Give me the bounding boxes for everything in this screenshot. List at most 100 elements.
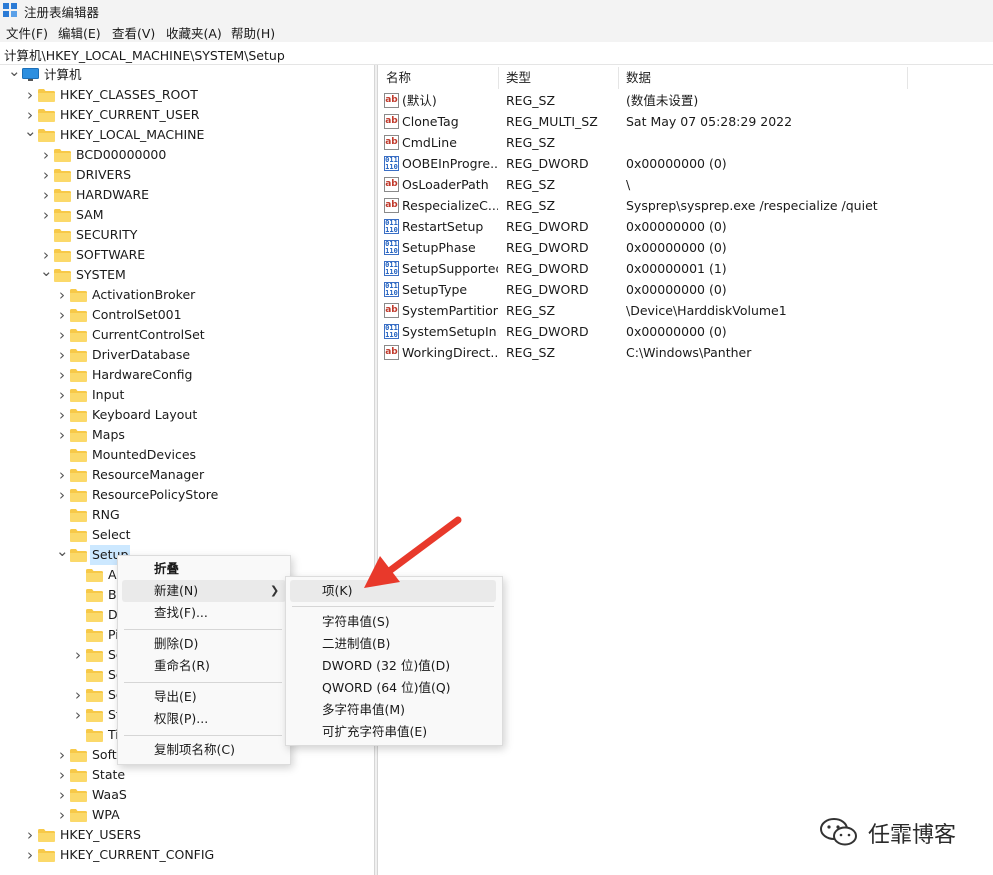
tree-node-input[interactable]: › Input [0,385,374,405]
submenu-dword-value[interactable]: DWORD (32 位)值(D) [322,655,450,677]
tree-node-hkcr[interactable]: › HKEY_CLASSES_ROOT [0,85,374,105]
menu-file[interactable]: 文件(F) [6,23,48,42]
chevron-right-icon[interactable]: › [56,485,68,505]
column-divider[interactable] [907,67,908,89]
red-arrow-icon [364,516,462,588]
ctx-find[interactable]: 查找(F)... [154,602,208,624]
tree-node-hkey-users[interactable]: › HKEY_USERS [0,825,374,845]
chevron-right-icon[interactable]: › [56,425,68,445]
chevron-right-icon[interactable]: › [40,145,52,165]
value-row[interactable]: ab OsLoaderPath REG_SZ \ [378,174,993,195]
address-bar[interactable]: 计算机\HKEY_LOCAL_MACHINE\SYSTEM\Setup [0,42,993,65]
ctx-collapse[interactable]: 折叠 [154,558,179,580]
chevron-right-icon[interactable]: › [24,85,36,105]
value-data: Sat May 07 05:28:29 2022 [626,114,793,129]
submenu-qword-value[interactable]: QWORD (64 位)值(Q) [322,677,451,699]
tree-node-hklm[interactable]: ⌄ HKEY_LOCAL_MACHINE [0,122,374,145]
value-row[interactable]: ab SystemPartition REG_SZ \Device\HarddiskV… [378,300,993,321]
tree-node-hkey-current-config[interactable]: › HKEY_CURRENT_CONFIG [0,845,374,865]
chevron-right-icon[interactable]: › [56,365,68,385]
chevron-down-icon[interactable]: ⌄ [8,61,21,81]
chevron-right-icon[interactable]: › [56,325,68,345]
tree-node-controlset001[interactable]: › ControlSet001 [0,305,374,325]
value-row[interactable]: ab CmdLine REG_SZ [378,132,993,153]
chevron-right-icon[interactable]: › [56,465,68,485]
tree-node-waas[interactable]: › WaaS [0,785,374,805]
submenu-binary-value[interactable]: 二进制值(B) [322,633,390,655]
chevron-right-icon[interactable]: › [56,805,68,825]
chevron-right-icon[interactable]: › [56,745,68,765]
tree-node-maps[interactable]: › Maps [0,425,374,445]
value-type: REG_DWORD [506,240,589,255]
menu-view[interactable]: 查看(V) [112,23,155,42]
value-row[interactable]: 011 110 RestartSetup REG_DWORD 0x00000000 (… [378,216,993,237]
column-header-name[interactable]: 名称 [386,67,411,89]
chevron-right-icon[interactable]: › [56,405,68,425]
tree-node-sam[interactable]: › SAM [0,205,374,225]
tree-node-driverdatabase[interactable]: › DriverDatabase [0,345,374,365]
chevron-down-icon[interactable]: ⌄ [40,261,53,281]
chevron-right-icon[interactable]: › [72,685,84,705]
tree-node-state[interactable]: › State [0,765,374,785]
ctx-export[interactable]: 导出(E) [154,686,197,708]
tree-node-resourcepolicystore[interactable]: › ResourcePolicyStore [0,485,374,505]
tree-node-currentcontrolset[interactable]: › CurrentControlSet [0,325,374,345]
chevron-down-icon[interactable]: ⌄ [56,541,69,561]
chevron-right-icon[interactable]: › [56,305,68,325]
ctx-copy-key-name[interactable]: 复制项名称(C) [154,739,235,761]
chevron-right-icon[interactable]: › [72,705,84,725]
chevron-right-icon[interactable]: › [24,825,36,845]
submenu-expandable-string-value[interactable]: 可扩充字符串值(E) [322,721,427,743]
menu-favorites[interactable]: 收藏夹(A) [166,23,222,42]
tree-node-software[interactable]: › SOFTWARE [0,245,374,265]
tree-node-hkcu[interactable]: › HKEY_CURRENT_USER [0,105,374,125]
column-header-type[interactable]: 类型 [506,67,531,89]
tree-node-resourcemanager[interactable]: › ResourceManager [0,465,374,485]
ctx-new[interactable]: 新建(N) ❯ [122,580,286,602]
tree-node-computer[interactable]: ⌄ 计算机 [0,62,374,85]
ctx-rename[interactable]: 重命名(R) [154,655,210,677]
value-row[interactable]: 011 110 SetupSupported REG_DWORD 0x00000001… [378,258,993,279]
menu-edit[interactable]: 编辑(E) [58,23,101,42]
tree-node-hardware[interactable]: › HARDWARE [0,185,374,205]
submenu-multi-string-value[interactable]: 多字符串值(M) [322,699,405,721]
tree-node-security[interactable]: SECURITY [0,225,374,245]
chevron-right-icon[interactable]: › [56,785,68,805]
chevron-right-icon[interactable]: › [56,345,68,365]
chevron-right-icon[interactable]: › [24,845,36,865]
tree-node-rng[interactable]: RNG [0,505,374,525]
chevron-right-icon[interactable]: › [40,165,52,185]
tree-node-wpa[interactable]: › WPA [0,805,374,825]
address-path[interactable]: 计算机\HKEY_LOCAL_MACHINE\SYSTEM\Setup [4,45,285,64]
tree-node-activationbroker[interactable]: › ActivationBroker [0,285,374,305]
chevron-right-icon[interactable]: › [56,385,68,405]
chevron-right-icon[interactable]: › [56,285,68,305]
tree-node-hardwareconfig[interactable]: › HardwareConfig [0,365,374,385]
chevron-down-icon[interactable]: ⌄ [24,121,37,141]
value-row[interactable]: ab WorkingDirect... REG_SZ C:\Windows\Panth… [378,342,993,363]
tree-node-system[interactable]: ⌄ SYSTEM [0,262,374,285]
value-row[interactable]: 011 110 SetupType REG_DWORD 0x00000000 (0) [378,279,993,300]
value-row[interactable]: 011 110 SystemSetupIn... REG_DWORD 0x000000… [378,321,993,342]
tree-node-bcd00000000[interactable]: › BCD00000000 [0,145,374,165]
tree-node-drivers[interactable]: › DRIVERS [0,165,374,185]
value-row[interactable]: ab CloneTag REG_MULTI_SZ Sat May 07 05:28:2… [378,111,993,132]
chevron-right-icon[interactable]: › [40,205,52,225]
ctx-permissions[interactable]: 权限(P)... [154,708,208,730]
ctx-delete[interactable]: 删除(D) [154,633,198,655]
folder-icon [86,648,103,662]
tree-node-keyboard-layout[interactable]: › Keyboard Layout [0,405,374,425]
value-row[interactable]: 011 110 SetupPhase REG_DWORD 0x00000000 (0) [378,237,993,258]
column-header-data[interactable]: 数据 [626,67,651,89]
menu-help[interactable]: 帮助(H) [231,23,275,42]
chevron-right-icon[interactable]: › [40,185,52,205]
submenu-string-value[interactable]: 字符串值(S) [322,611,390,633]
column-divider[interactable] [498,67,499,89]
column-divider[interactable] [618,67,619,89]
value-row[interactable]: ab (默认) REG_SZ (数值未设置) [378,90,993,111]
value-row[interactable]: ab RespecializeC... REG_SZ Sysprep\sysprep.… [378,195,993,216]
chevron-right-icon[interactable]: › [56,765,68,785]
value-row[interactable]: 011 110 OOBEInProgre... REG_DWORD 0x0000000… [378,153,993,174]
tree-node-mounteddevices[interactable]: MountedDevices [0,445,374,465]
chevron-right-icon[interactable]: › [72,645,84,665]
